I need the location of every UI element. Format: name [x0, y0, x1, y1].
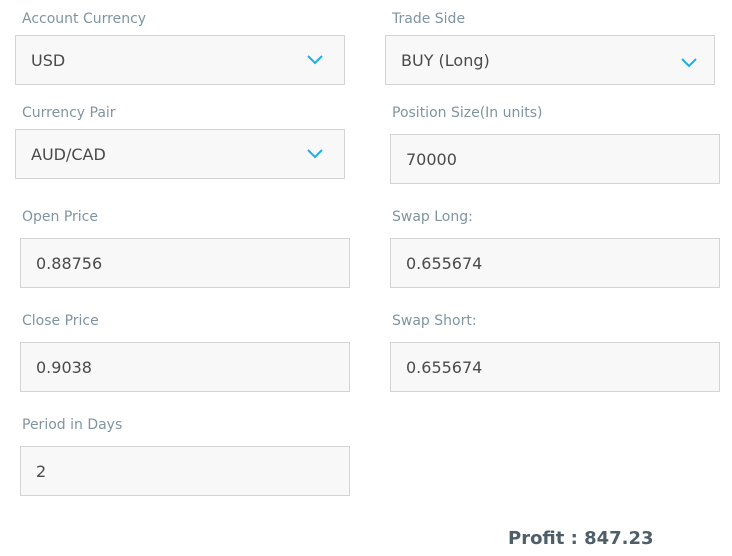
chevron-down-icon — [307, 149, 323, 159]
swap-short-label: Swap Short: — [392, 313, 477, 329]
position-size-label: Position Size(In units) — [392, 105, 543, 121]
close-price-input[interactable]: 0.9038 — [20, 342, 350, 392]
close-price-label: Close Price — [22, 313, 99, 329]
trade-side-select[interactable]: BUY (Long) — [385, 35, 715, 85]
chevron-down-icon — [307, 55, 323, 65]
trade-side-value: BUY (Long) — [401, 50, 490, 70]
account-currency-select[interactable]: USD — [15, 35, 345, 85]
swap-short-value: 0.655674 — [406, 357, 483, 377]
account-currency-value: USD — [31, 50, 66, 70]
open-price-input[interactable]: 0.88756 — [20, 238, 350, 288]
swap-short-input[interactable]: 0.655674 — [390, 342, 720, 392]
period-days-value: 2 — [36, 461, 47, 481]
currency-pair-select[interactable]: AUD/CAD — [15, 129, 345, 179]
swap-long-value: 0.655674 — [406, 253, 483, 273]
period-days-input[interactable]: 2 — [20, 446, 350, 496]
swap-long-label: Swap Long: — [392, 209, 473, 225]
close-price-value: 0.9038 — [36, 357, 92, 377]
open-price-value: 0.88756 — [36, 253, 103, 273]
open-price-label: Open Price — [22, 209, 98, 225]
period-days-label: Period in Days — [22, 417, 123, 433]
trade-side-label: Trade Side — [392, 11, 466, 27]
position-size-value: 70000 — [406, 149, 457, 169]
profit-result: Profit : 847.23 — [508, 528, 654, 549]
forex-profit-calculator: Account Currency USD Trade Side BUY (Lon… — [0, 0, 732, 556]
currency-pair-value: AUD/CAD — [31, 144, 106, 164]
account-currency-label: Account Currency — [22, 11, 147, 27]
position-size-input[interactable]: 70000 — [390, 134, 720, 184]
swap-long-input[interactable]: 0.655674 — [390, 238, 720, 288]
chevron-down-icon — [681, 58, 697, 68]
currency-pair-label: Currency Pair — [22, 105, 116, 121]
